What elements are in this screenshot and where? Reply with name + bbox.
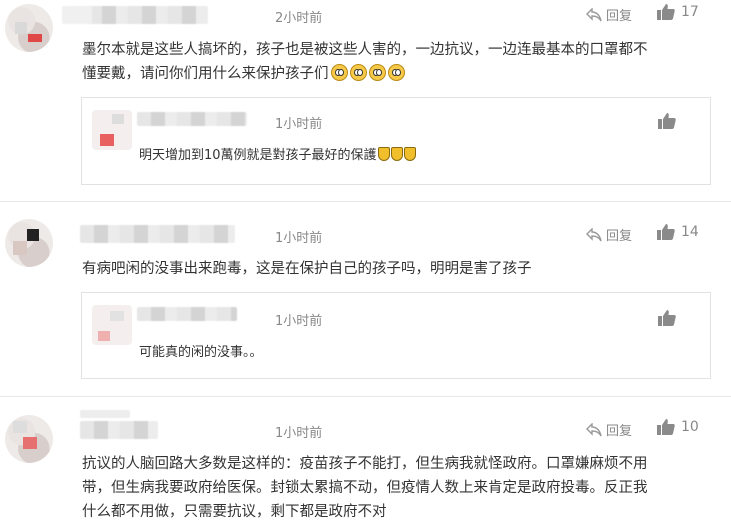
rolling-eyes-emoji-icon (368, 64, 386, 81)
username-blurred[interactable] (137, 307, 237, 321)
username-blurred[interactable] (88, 6, 208, 24)
rolling-eyes-emoji-icon (330, 64, 348, 81)
avatar[interactable] (92, 110, 132, 150)
reply-button[interactable]: 回复 (586, 5, 632, 24)
shield-emoji-icon (390, 147, 403, 161)
like-count: 14 (681, 223, 699, 240)
rolling-eyes-emoji-icon (387, 64, 405, 81)
like-count: 10 (681, 418, 699, 435)
comment-text-line-2: 带，但生病我要政府给医保。封锁太累搞不动，但疫情人数上来肯定是政府投毒。反正我 (82, 480, 648, 496)
username-blurred-extra (80, 410, 130, 418)
comment-time: 1小时前 (275, 426, 323, 441)
rolling-eyes-emoji-icon (349, 64, 367, 81)
comment-time: 2小时前 (275, 11, 323, 26)
reply-label: 回复 (606, 424, 633, 439)
divider (0, 396, 731, 397)
reply-time: 1小时前 (275, 117, 323, 132)
reply-text: 明天增加到10萬例就是對孩子最好的保護 (139, 144, 416, 163)
nested-reply: 1小时前 明天增加到10萬例就是對孩子最好的保護 (81, 97, 711, 185)
reply-button[interactable]: 回复 (586, 225, 632, 244)
username-blurred[interactable] (80, 225, 235, 243)
reply-arrow-icon (586, 422, 602, 436)
comment-text: 墨尔本就是这些人搞坏的，孩子也是被这些人害的，一边抗议，一边连最基本的口罩都不 … (82, 38, 722, 86)
shield-emoji-icon (403, 147, 416, 161)
comment-text-line-2: 懂要戴，请问你们用什么来保护孩子们 (82, 62, 722, 86)
comment-text: 抗议的人脑回路大多数是这样的：疫苗孩子不能打，但生病我就怪政府。口罩嫌麻烦不用 … (82, 452, 722, 524)
thumbs-up-icon (657, 419, 675, 435)
avatar[interactable] (5, 415, 53, 463)
avatar[interactable] (92, 305, 132, 345)
avatar[interactable] (5, 4, 53, 52)
comment-time: 1小时前 (275, 231, 323, 246)
comment-text-line: 墨尔本就是这些人搞坏的，孩子也是被这些人害的，一边抗议，一边连最基本的口罩都不 (82, 42, 648, 58)
shield-emoji-icon (377, 147, 390, 161)
thumbs-up-icon (657, 224, 675, 240)
thumbs-up-icon[interactable] (658, 112, 676, 129)
reply-button[interactable]: 回复 (586, 420, 632, 439)
like-button[interactable]: 10 (657, 418, 699, 435)
like-count: 17 (681, 3, 699, 20)
username-blurred-extra (62, 6, 92, 24)
reply-arrow-icon (586, 7, 602, 21)
comment-1: 2小时前 回复 17 墨尔本就是这些人搞坏的，孩子也是被这些人害的，一边抗议，一… (0, 0, 731, 202)
username-blurred[interactable] (80, 421, 158, 439)
thumbs-up-icon[interactable] (658, 309, 676, 326)
comment-text: 有病吧闲的没事出来跑毒，这是在保护自己的孩子吗，明明是害了孩子 (82, 257, 722, 281)
nested-reply: 1小时前 可能真的闲的没事。。 (81, 292, 711, 379)
like-button[interactable]: 14 (657, 223, 699, 240)
reply-label: 回复 (606, 229, 633, 244)
reply-label: 回复 (606, 9, 633, 24)
avatar[interactable] (5, 219, 53, 267)
username-blurred[interactable] (137, 112, 247, 126)
comment-text-line: 有病吧闲的没事出来跑毒，这是在保护自己的孩子吗，明明是害了孩子 (82, 261, 532, 277)
thumbs-up-icon (657, 4, 675, 20)
comment-text-line: 抗议的人脑回路大多数是这样的：疫苗孩子不能打，但生病我就怪政府。口罩嫌麻烦不用 (82, 456, 648, 472)
like-button[interactable]: 17 (657, 3, 699, 20)
reply-time: 1小时前 (275, 314, 323, 329)
reply-arrow-icon (586, 227, 602, 241)
divider (0, 201, 731, 202)
reply-text: 可能真的闲的没事。。 (139, 345, 263, 360)
comment-text-line-3: 什么都不用做，只需要抗议，剩下都是政府不对 (82, 504, 387, 520)
